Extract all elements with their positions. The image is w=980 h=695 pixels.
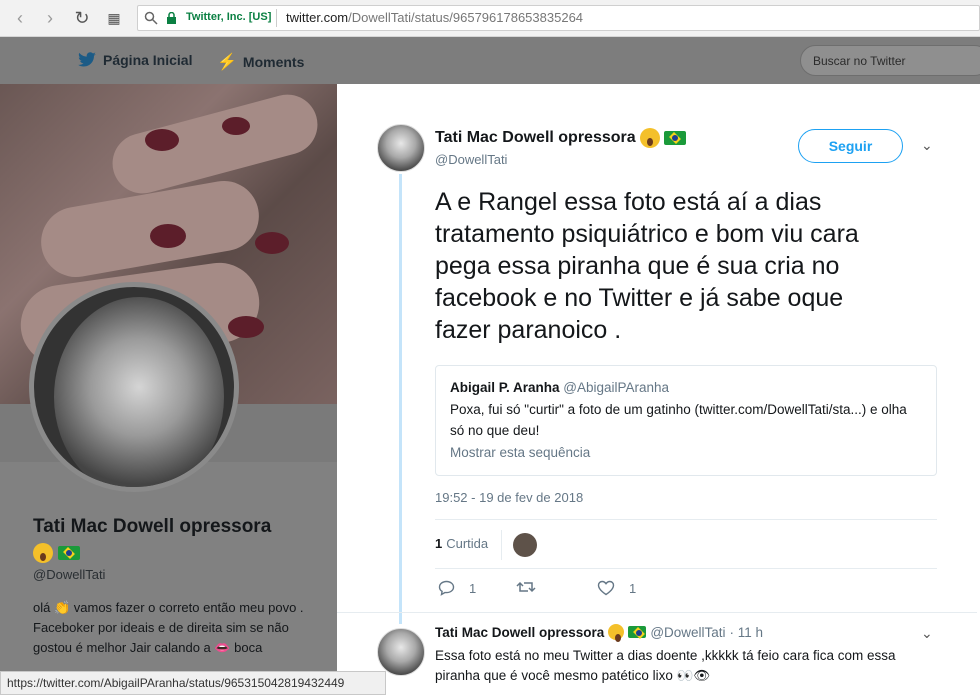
search-icon xyxy=(144,11,158,25)
url-host: twitter.com xyxy=(286,10,349,25)
retweet-action[interactable] xyxy=(516,580,536,594)
profile-handle[interactable]: @DowellTati xyxy=(33,567,105,582)
brazil-flag-icon xyxy=(663,131,686,145)
profile-name-text: Tati Mac Dowell opressora xyxy=(33,516,272,537)
screaming-face-icon xyxy=(608,624,625,642)
show-thread-link[interactable]: Mostrar esta sequência xyxy=(450,445,922,460)
profile-avatar[interactable] xyxy=(29,282,239,492)
stats-separator xyxy=(501,530,502,560)
like-count: 1 xyxy=(629,580,637,596)
heart-icon xyxy=(597,580,615,596)
lightning-icon: ⚡ xyxy=(217,54,237,71)
reply-author-handle: @DowellTati xyxy=(650,624,726,640)
chevron-down-icon[interactable]: ⌄ xyxy=(921,137,933,154)
banner-shape xyxy=(228,316,264,338)
twitter-top-nav: Página Inicial ⚡ Moments Buscar no Twitt… xyxy=(0,37,980,84)
reply-text: Essa foto está no meu Twitter a dias doe… xyxy=(435,648,896,683)
follow-button[interactable]: Seguir xyxy=(798,129,903,163)
status-bar-url: https://twitter.com/AbigailPAranha/statu… xyxy=(0,671,386,695)
author-handle[interactable]: @DowellTati xyxy=(435,152,507,167)
forward-arrow-icon[interactable]: › xyxy=(40,8,60,28)
brazil-flag-icon xyxy=(628,626,647,638)
browser-toolbar: ‹ › ↻ ▦ Twitter, Inc. [US] twitter.com/D… xyxy=(0,0,980,37)
author-name-text: Tati Mac Dowell opressora xyxy=(435,129,636,146)
like-action[interactable]: 1 xyxy=(597,580,636,596)
quoted-author-handle: @AbigailPAranha xyxy=(563,380,670,395)
twitter-bird-icon xyxy=(78,52,96,67)
nav-home[interactable]: Página Inicial xyxy=(77,52,192,68)
tweet-stats: 1 Curtida xyxy=(435,519,937,569)
reply-author-name: Tati Mac Dowell opressora xyxy=(435,624,605,640)
banner-shape xyxy=(145,129,179,151)
quoted-author-name: Abigail P. Aranha xyxy=(450,380,560,395)
tweet-permalink-modal: Tati Mac Dowell opressora @DowellTati Se… xyxy=(337,92,977,695)
nav-home-label: Página Inicial xyxy=(103,52,193,68)
retweet-icon xyxy=(516,581,536,593)
profile-bio: olá 👏 vamos fazer o correto então meu po… xyxy=(33,600,304,655)
tweet-timestamp[interactable]: 19:52 - 19 de fev de 2018 xyxy=(435,490,583,505)
reply-icon xyxy=(438,580,455,596)
banner-shape xyxy=(255,232,289,254)
brazil-flag-icon xyxy=(58,545,81,560)
back-arrow-icon[interactable]: ‹ xyxy=(10,8,30,28)
reply-author-avatar[interactable] xyxy=(377,628,425,676)
tweet-text: A e Rangel essa foto está aí a dias trat… xyxy=(435,188,859,344)
banner-shape xyxy=(150,224,186,248)
reply-author-line[interactable]: Tati Mac Dowell opressora @DowellTati · … xyxy=(435,624,764,642)
nav-moments-label: Moments xyxy=(242,54,305,70)
reply-divider xyxy=(337,612,977,613)
profile-name[interactable]: Tati Mac Dowell opressora xyxy=(33,514,323,566)
likes-label: Curtida xyxy=(446,536,489,551)
screaming-face-icon xyxy=(639,128,660,148)
reply-count: 1 xyxy=(469,580,477,596)
screaming-face-icon xyxy=(33,542,53,563)
address-separator xyxy=(276,9,277,27)
url-text[interactable]: twitter.com/DowellTati/status/9657961786… xyxy=(286,10,583,25)
thread-line xyxy=(399,174,402,624)
reply-age: · 11 h xyxy=(729,624,764,640)
search-placeholder: Buscar no Twitter xyxy=(813,54,906,68)
screen: ‹ › ↻ ▦ Twitter, Inc. [US] twitter.com/D… xyxy=(0,0,980,695)
likes-stat[interactable]: 1 Curtida xyxy=(435,536,488,551)
liker-avatar[interactable] xyxy=(513,533,537,557)
quoted-tweet[interactable]: Abigail P. Aranha @AbigailPAranha Poxa, … xyxy=(435,365,937,476)
url-path: /DowellTati/status/965796178653835264 xyxy=(348,10,584,25)
nav-moments[interactable]: ⚡ Moments xyxy=(217,52,304,72)
quoted-text: Poxa, fui só "curtir" a foto de um gatin… xyxy=(450,402,907,438)
banner-shape xyxy=(222,117,250,135)
reload-icon[interactable]: ↻ xyxy=(72,8,92,28)
reply-action[interactable]: 1 xyxy=(438,580,476,596)
author-name[interactable]: Tati Mac Dowell opressora xyxy=(435,128,686,148)
avatar-photo xyxy=(54,297,224,487)
reply-chevron-down-icon[interactable]: ⌄ xyxy=(921,625,933,642)
lock-icon xyxy=(167,12,176,24)
apps-grid-icon[interactable]: ▦ xyxy=(104,8,124,28)
address-bar[interactable]: Twitter, Inc. [US] twitter.com/DowellTat… xyxy=(137,5,980,31)
author-avatar[interactable] xyxy=(377,124,425,172)
likes-count: 1 xyxy=(435,536,443,551)
secure-label: Twitter, Inc. [US] xyxy=(186,11,272,23)
search-input[interactable]: Buscar no Twitter xyxy=(800,45,980,76)
